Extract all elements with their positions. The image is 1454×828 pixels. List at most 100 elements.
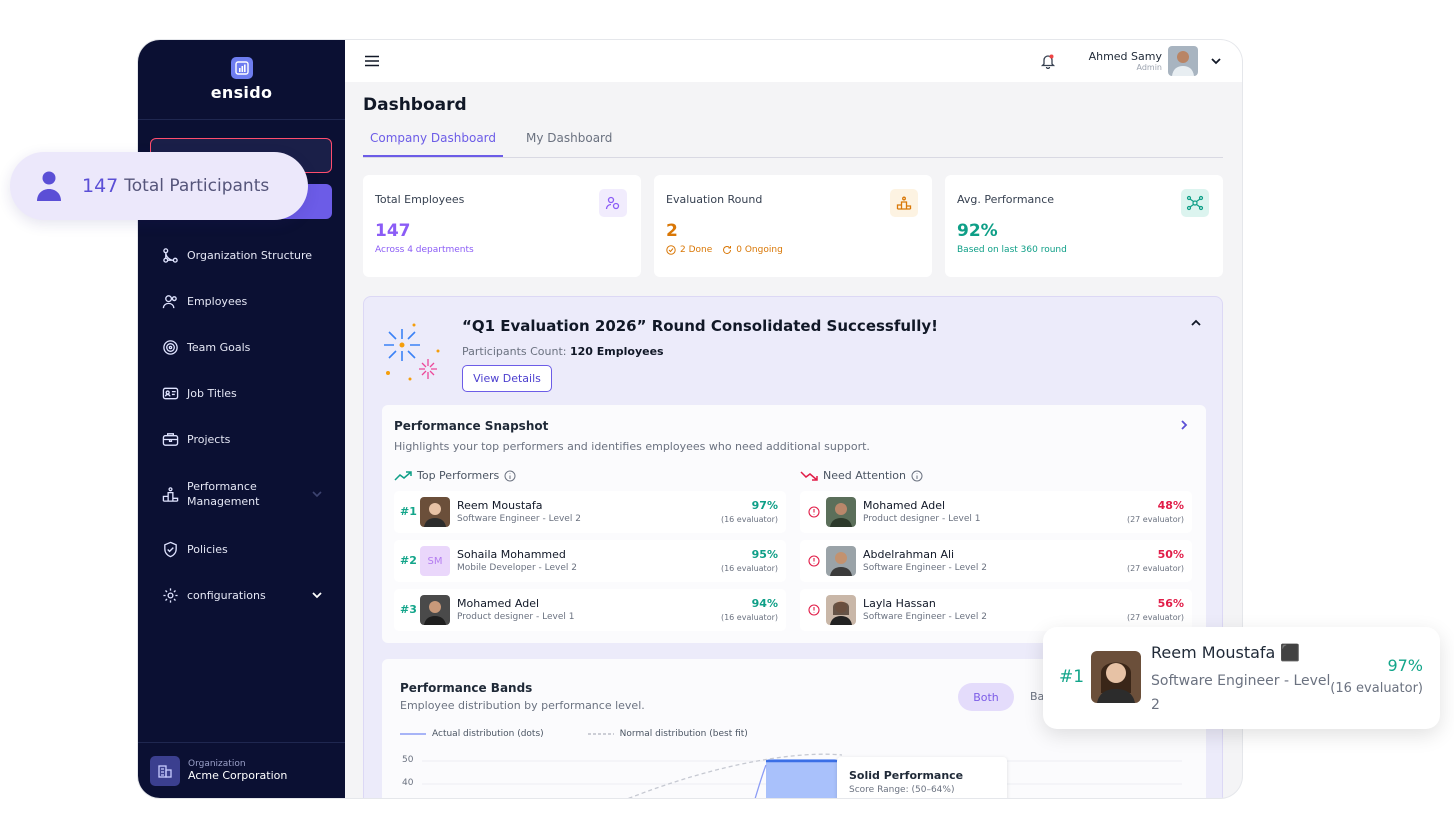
- score: 50%: [1157, 548, 1184, 561]
- user-icon: [37, 171, 61, 201]
- rank: #3: [400, 603, 417, 616]
- sidebar-item-organization-structure[interactable]: Organization Structure: [138, 232, 345, 278]
- fireworks-icon: [384, 323, 440, 381]
- avatar: [1091, 651, 1141, 703]
- participants-count: 147: [82, 175, 119, 197]
- avatar-initials: SM: [420, 546, 450, 576]
- top-bar: Ahmed Samy Admin: [345, 40, 1242, 82]
- y-tick: 40: [402, 778, 414, 788]
- evaluator-count: (27 evaluator): [1126, 564, 1184, 573]
- chevron-right-icon[interactable]: [1178, 419, 1190, 431]
- ongoing-count: 0 Ongoing: [736, 245, 783, 255]
- target-icon: [163, 339, 178, 355]
- list-item[interactable]: #1 Reem Moustafa Software Engineer - Lev…: [394, 491, 786, 533]
- stat-subtext: Across 4 departments: [375, 245, 474, 255]
- employee-role: Software Engineer - Level 2: [457, 514, 581, 524]
- tab-company-dashboard[interactable]: Company Dashboard: [363, 128, 504, 157]
- id-card-icon: [162, 387, 179, 399]
- stat-value: 2: [666, 221, 678, 241]
- check-circle-icon: [666, 245, 676, 255]
- briefcase-icon: [162, 432, 179, 446]
- snapshot-subtitle: Highlights your top performers and ident…: [394, 440, 870, 453]
- sidebar-item-configurations[interactable]: configurations: [138, 572, 345, 618]
- avatar: [826, 546, 856, 576]
- score: 95%: [751, 548, 778, 561]
- bell-icon[interactable]: [1040, 53, 1056, 69]
- stat-card-total-employees: Total Employees 147 Across 4 departments: [363, 175, 641, 277]
- avatar: [826, 595, 856, 625]
- participants-count: Participants Count: 120 Employees: [462, 345, 664, 358]
- sidebar-item-job-titles[interactable]: Job Titles: [138, 370, 345, 416]
- menu-icon[interactable]: [365, 55, 379, 67]
- page-title: Dashboard: [363, 95, 467, 115]
- info-icon[interactable]: [504, 470, 516, 482]
- list-item[interactable]: Layla Hassan Software Engineer - Level 2…: [800, 589, 1192, 631]
- employee-name: Layla Hassan: [863, 597, 936, 610]
- user-menu[interactable]: Ahmed Samy Admin: [1089, 46, 1222, 76]
- sidebar-item-label: Performance Management: [187, 480, 260, 508]
- stat-cards: Total Employees 147 Across 4 departments…: [363, 175, 1223, 277]
- gear-icon: [163, 587, 178, 603]
- bands-subtitle: Employee distribution by performance lev…: [400, 699, 645, 712]
- network-icon: [1181, 189, 1209, 217]
- view-details-button[interactable]: View Details: [462, 365, 552, 392]
- sidebar-item-policies[interactable]: Policies: [138, 526, 345, 572]
- trending-down-icon: [800, 470, 818, 481]
- sidebar-item-label: Team Goals: [187, 340, 251, 354]
- org-label: Organization: [188, 759, 246, 769]
- score: 94%: [751, 597, 778, 610]
- avatar: [420, 595, 450, 625]
- list-item[interactable]: #2 SM Sohaila Mohammed Mobile Developer …: [394, 540, 786, 582]
- top-performers-label: Top Performers: [417, 469, 500, 482]
- employee-name: Mohamed Adel: [863, 499, 946, 512]
- participants-label: Total Participants: [124, 176, 270, 196]
- avatar: [1168, 46, 1198, 76]
- sidebar-item-label: Policies: [187, 542, 228, 556]
- list-item[interactable]: Mohamed Adel Product designer - Level 1 …: [800, 491, 1192, 533]
- avatar: [826, 497, 856, 527]
- score: 56%: [1157, 597, 1184, 610]
- users-icon: [599, 189, 627, 217]
- organization-switcher[interactable]: Organization Acme Corporation: [138, 742, 345, 798]
- dashboard-tabs: Company Dashboard My Dashboard: [363, 128, 1223, 158]
- list-item[interactable]: #3 Mohamed Adel Product designer - Level…: [394, 589, 786, 631]
- sidebar-item-label: configurations: [187, 588, 266, 602]
- bands-chart: [422, 753, 1182, 798]
- stat-value: 92%: [957, 221, 998, 241]
- top-performer-card[interactable]: #1 Reem Moustafa ⬛ Software Engineer - L…: [1043, 627, 1440, 729]
- dashed-line-icon: [587, 733, 614, 735]
- evaluator-count: (16 evaluator): [720, 613, 778, 622]
- stat-subtext: 2 Done 0 Ongoing: [666, 245, 920, 255]
- employee-name: Abdelrahman Ali: [863, 548, 955, 561]
- avatar: [420, 497, 450, 527]
- toggle-both-button[interactable]: Both: [958, 683, 1014, 711]
- tooltip-title: Solid Performance: [849, 769, 964, 782]
- chevron-down-icon[interactable]: [311, 589, 323, 601]
- chevron-down-icon[interactable]: [1210, 55, 1222, 67]
- score: 97%: [1387, 656, 1423, 675]
- sidebar-nav: Organization Structure Employees Team Go…: [138, 232, 345, 618]
- sidebar-item-team-goals[interactable]: Team Goals: [138, 324, 345, 370]
- tab-my-dashboard[interactable]: My Dashboard: [519, 128, 619, 157]
- chevron-down-icon[interactable]: [311, 488, 323, 500]
- org-name: Acme Corporation: [188, 769, 288, 782]
- info-icon[interactable]: [911, 470, 923, 482]
- sidebar-item-employees[interactable]: Employees: [138, 278, 345, 324]
- sidebar-item-projects[interactable]: Projects: [138, 416, 345, 462]
- alert-icon: [808, 604, 820, 616]
- alert-icon: [808, 506, 820, 518]
- list-item[interactable]: Abdelrahman Ali Software Engineer - Leve…: [800, 540, 1192, 582]
- y-tick: 50: [402, 755, 414, 765]
- chevron-up-icon[interactable]: [1190, 317, 1202, 329]
- top-performers-header: Top Performers: [394, 469, 516, 482]
- employee-role: Software Engineer - Level 2: [863, 612, 987, 622]
- legend-normal: Normal distribution (best fit): [619, 729, 748, 739]
- chart-legend: Actual distribution (dots) Normal distri…: [400, 729, 748, 739]
- employee-name: Reem Moustafa: [457, 499, 543, 512]
- logo-icon: [230, 57, 253, 79]
- evaluator-count: (16 evaluator): [1330, 681, 1423, 696]
- stat-title: Avg. Performance: [957, 193, 1055, 206]
- score: 48%: [1157, 499, 1184, 512]
- sidebar-item-performance-management[interactable]: Performance Management: [138, 462, 345, 526]
- evaluator-count: (16 evaluator): [720, 564, 778, 573]
